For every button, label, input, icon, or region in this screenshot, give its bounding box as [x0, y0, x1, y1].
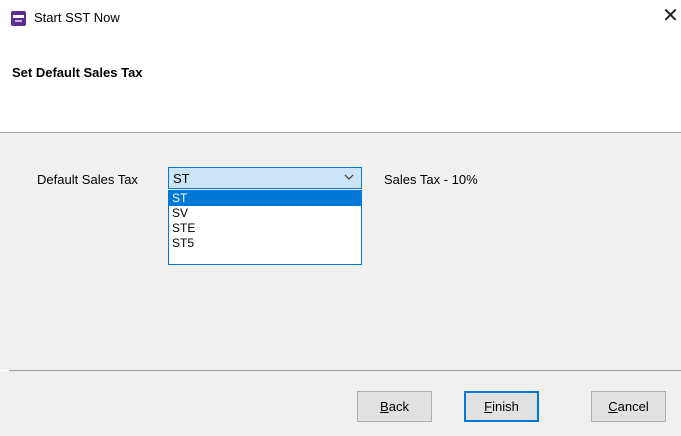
finish-mnemonic: F	[484, 399, 493, 414]
back-label: ack	[388, 399, 409, 414]
page-title: Set Default Sales Tax	[12, 65, 143, 80]
combobox-value: ST	[173, 171, 190, 186]
finish-button[interactable]: Finish	[464, 391, 539, 422]
sales-tax-combobox[interactable]: ST	[168, 167, 362, 189]
back-button[interactable]: Back	[357, 391, 432, 422]
chevron-down-icon[interactable]	[342, 170, 356, 184]
default-sales-tax-label: Default Sales Tax	[37, 172, 138, 187]
window-title: Start SST Now	[34, 10, 120, 25]
button-bar	[0, 371, 681, 436]
wizard-header: Set Default Sales Tax	[0, 34, 681, 132]
dropdown-option[interactable]: ST5	[169, 236, 361, 251]
dropdown-option[interactable]: SV	[169, 206, 361, 221]
title-bar: Start SST Now ✕	[0, 0, 681, 34]
dropdown-option[interactable]: ST	[169, 191, 361, 206]
sales-tax-dropdown-list: ST SV STE ST5	[168, 190, 362, 265]
close-icon[interactable]: ✕	[660, 4, 681, 30]
app-icon	[11, 11, 26, 26]
sales-tax-description: Sales Tax - 10%	[384, 172, 478, 187]
cancel-label: ancel	[617, 399, 649, 414]
cancel-mnemonic: C	[608, 399, 618, 414]
back-mnemonic: B	[380, 399, 389, 414]
dropdown-option[interactable]: STE	[169, 221, 361, 236]
cancel-button[interactable]: Cancel	[591, 391, 666, 422]
finish-label: inish	[492, 399, 519, 414]
